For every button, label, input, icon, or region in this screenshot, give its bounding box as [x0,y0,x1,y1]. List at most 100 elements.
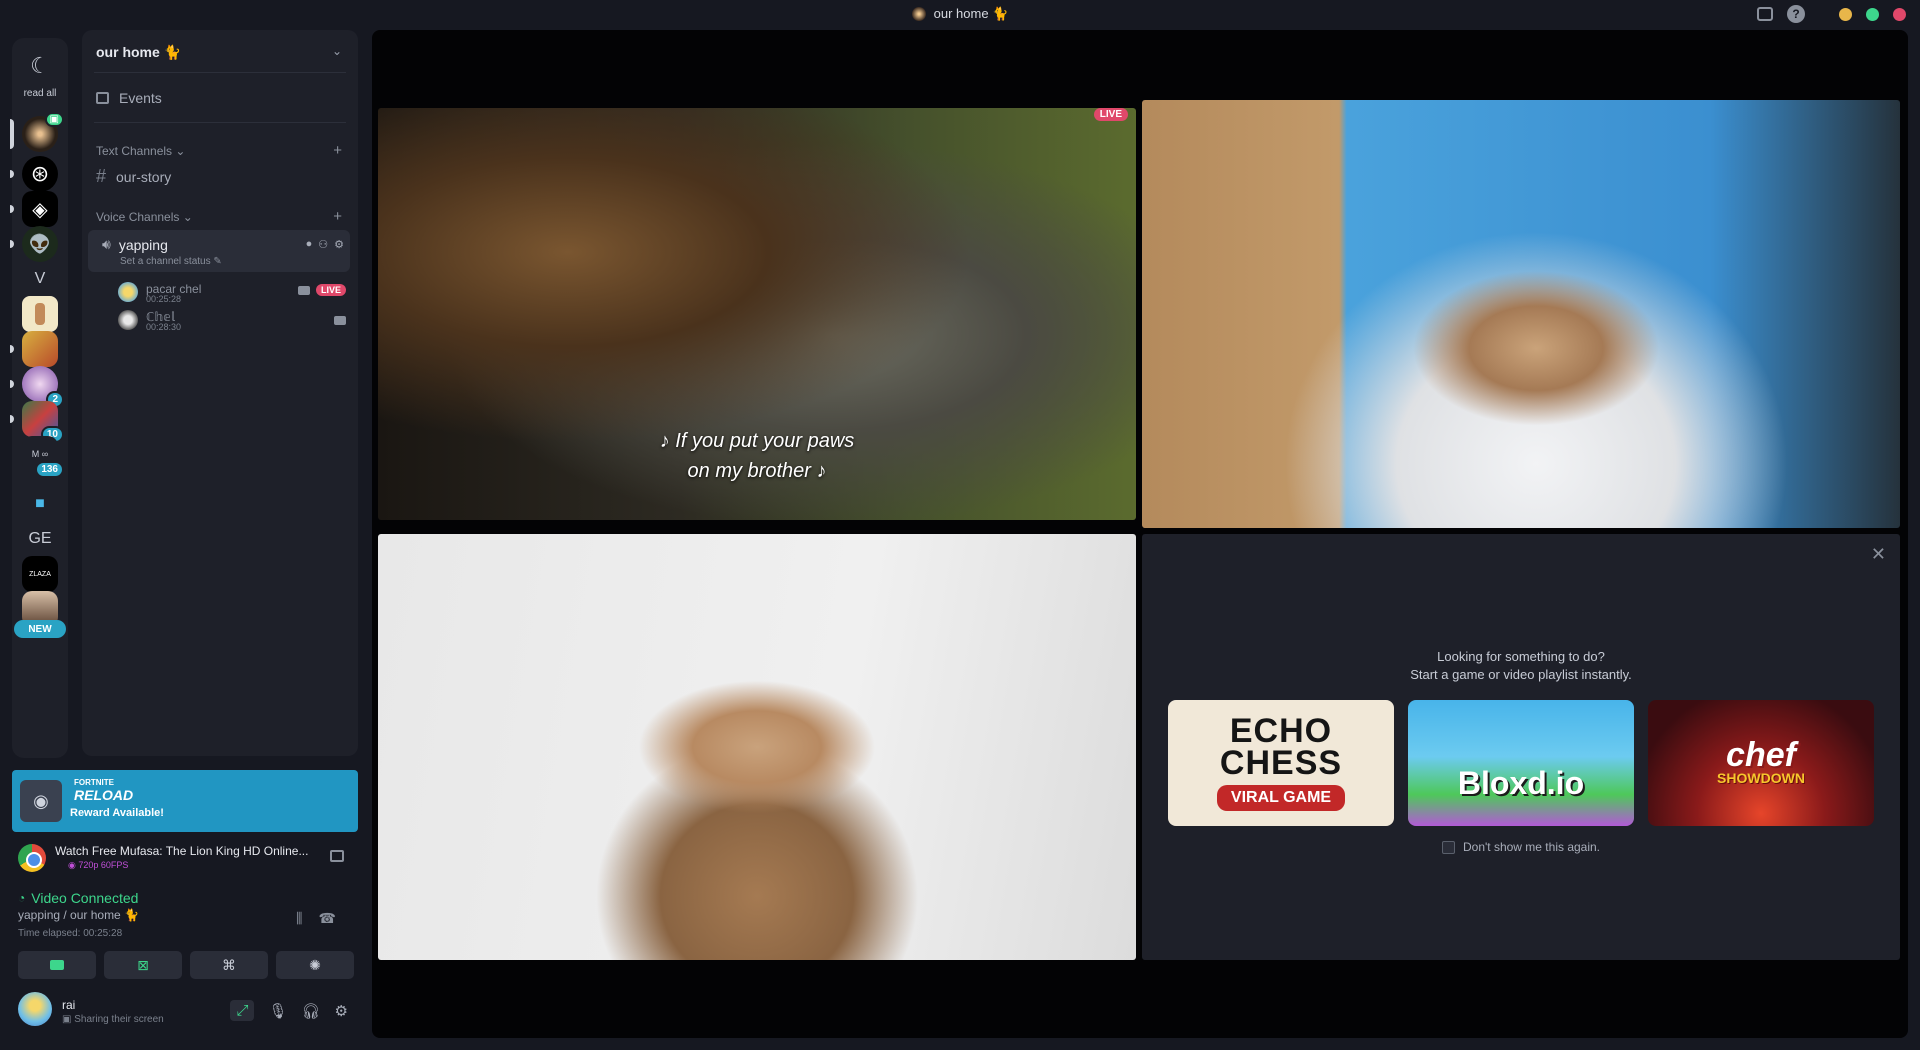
folder-icon[interactable]: ■ [22,486,58,522]
server-character[interactable] [22,296,58,332]
new-badge[interactable]: NEW [14,620,66,638]
server-10[interactable]: 10 [10,401,64,443]
invite-icon[interactable]: ⚇ [318,238,328,251]
speaker-icon: 🔊︎ [102,236,111,252]
connection-status[interactable]: ◔ Video Connected [18,890,139,906]
avatar[interactable] [18,992,52,1026]
server-diamond[interactable]: ◈ [10,191,58,227]
voice-user-time: 00:28:30 [146,322,182,332]
screen-share-button[interactable]: ⊠ [104,951,182,979]
camera-tile[interactable] [1142,100,1900,528]
voice-action-buttons: ⊠ ⌘ ✺ [18,951,354,979]
soundboard-button[interactable]: ✺ [276,951,354,979]
gamepad-icon: ⌘ [222,956,236,973]
server-alien[interactable]: 👽 [10,226,58,262]
channel-panel: our home 🐈 ⌄ Events Text Channels ⌄ + # … [82,30,358,756]
avatar [118,282,138,302]
maximize-button[interactable] [1866,7,1879,21]
game-card-chef-showdown[interactable]: chef SHOWDOWN [1648,700,1874,826]
events-item[interactable]: Events [96,90,162,106]
soundboard-icon: ✺ [309,956,321,973]
disconnect-icon[interactable]: ☎ [318,910,335,927]
voice-connection: ◔ Video Connected yapping / our home 🐈 T… [18,890,139,939]
server-2[interactable]: 2 [10,366,64,408]
voice-indicator: ▣ [44,112,64,127]
stream-icon[interactable]: ⤢ [230,1000,255,1021]
hash-icon: # [96,166,107,186]
promo-title: RELOAD [74,787,134,803]
server-openai[interactable]: ⊛ [10,156,58,192]
divider [94,72,346,73]
camera-tile[interactable] [378,534,1136,960]
user-name[interactable]: rai [62,998,75,1012]
camera-icon [50,960,64,970]
title-bar: our home 🐈 ? [0,0,1920,28]
game-card-bloxd[interactable]: Bloxd.io [1408,700,1634,826]
activity-row[interactable]: Watch Free Mufasa: The Lion King HD Onli… [12,840,358,882]
dont-show-toggle[interactable]: Don't show me this again. [1142,840,1900,854]
stop-stream-icon[interactable] [330,850,344,862]
camera-button[interactable] [18,951,96,979]
server-136[interactable]: M ∞ 136 [22,436,64,478]
server-v[interactable]: V [22,261,58,297]
server-fortnite[interactable] [10,331,58,367]
read-all-label[interactable]: read all [12,88,68,99]
user-status: ▣ Sharing their screen [62,1014,164,1025]
channel-our-story[interactable]: # our-story [96,166,171,187]
voice-user[interactable]: pacar chel 00:25:28 LIVE [118,280,346,304]
game-card-echo-chess[interactable]: ECHO CHESS VIRAL GAME [1168,700,1394,826]
title-bar-controls: ? [1757,5,1906,23]
microphone-icon[interactable]: 🎙︎ [268,1002,287,1020]
promo-banner[interactable]: ◉ FORTNITE RELOAD Reward Available! [12,770,358,832]
text-channels-category[interactable]: Text Channels ⌄ [96,144,185,158]
voice-user[interactable]: ℂ𝕙𝕖𝕝 00:28:30 [118,308,346,332]
server-ge[interactable]: GE [22,521,58,557]
screen-share-icon: ⊠ [137,956,149,973]
server-our-home[interactable]: ▣ [10,112,64,152]
gear-icon[interactable]: ⚙ [334,238,344,251]
minimize-button[interactable] [1839,7,1852,21]
activity-title: Watch Free Mufasa: The Lion King HD Onli… [55,844,309,858]
channel-status-prompt[interactable]: Set a channel status ✎ [120,256,222,267]
add-text-channel-icon[interactable]: + [333,142,342,159]
game-list: ECHO CHESS VIRAL GAME Bloxd.io chef SHOW… [1168,700,1874,826]
live-badge: LIVE [1093,108,1128,121]
add-voice-channel-icon[interactable]: + [333,208,342,225]
voice-channels-category[interactable]: Voice Channels ⌄ [96,210,193,224]
headphones-icon[interactable]: 🎧︎ [302,1002,321,1020]
server-zlaza[interactable]: ZLAZA [22,556,58,592]
inbox-icon[interactable] [1757,7,1773,21]
selected-indicator [10,119,14,149]
stream-tile[interactable]: LIVE ♪ If you put your paws on my brothe… [378,108,1136,520]
promo-brand: FORTNITE [74,778,114,787]
user-controls: ⤢ 🎙︎ 🎧︎ ⚙ [230,1000,348,1021]
game-tag: VIRAL GAME [1216,785,1346,811]
discord-icon: ◉ [20,780,62,822]
calendar-icon [96,92,109,104]
moon-icon[interactable]: ☾ [22,48,58,84]
checkbox[interactable] [1441,840,1455,854]
unread-badge: 136 [35,461,64,478]
activities-button[interactable]: ⌘ [190,951,268,979]
window-title: our home 🐈 [911,6,1008,22]
activity-heading: Looking for something to do? Start a gam… [1410,649,1632,682]
voice-channel-label: yapping [118,236,168,253]
video-subtitle: ♪ If you put your paws on my brother ♪ [659,430,855,482]
chat-icon[interactable]: ● [306,238,313,251]
voice-channel-yapping[interactable]: 🔊︎ yapping Set a channel status ✎ ● ⚇ ⚙ [88,230,350,272]
connection-location[interactable]: yapping / our home 🐈 [18,908,139,922]
noise-suppression-icon[interactable]: ⫼ [296,910,302,927]
help-icon[interactable]: ? [1787,5,1805,23]
close-button[interactable] [1893,7,1906,21]
chrome-icon [18,844,46,872]
user-panel: rai ▣ Sharing their screen ⤢ 🎙︎ 🎧︎ ⚙ [12,986,358,1036]
chevron-down-icon[interactable]: ⌄ [332,44,342,58]
server-name[interactable]: our home 🐈 [96,44,181,61]
activity-suggestions: ✕ Looking for something to do? Start a g… [1142,534,1900,960]
settings-icon[interactable]: ⚙ [335,1002,348,1020]
server-icon [911,7,926,21]
voice-controls: ⫼ ☎ [296,910,336,927]
voice-channel-actions: ● ⚇ ⚙ [306,238,344,251]
voice-user-time: 00:25:28 [146,294,182,304]
close-icon[interactable]: ✕ [1871,544,1886,565]
